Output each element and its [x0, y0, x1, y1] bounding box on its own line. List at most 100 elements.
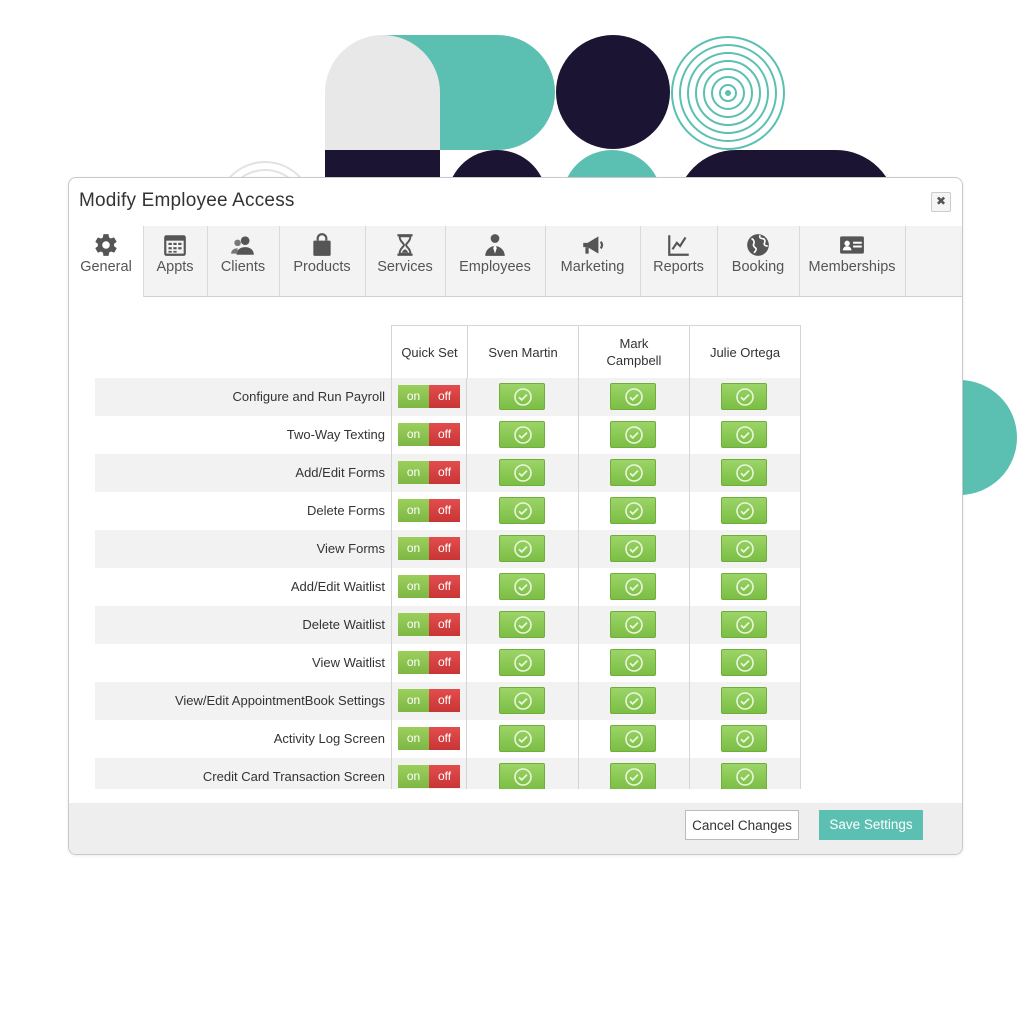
quick-set-off-button[interactable]: off: [429, 765, 460, 788]
tab-label: General: [80, 259, 132, 275]
quick-set-off-button[interactable]: off: [429, 613, 460, 636]
quick-set-on-button[interactable]: on: [398, 765, 429, 788]
tab-appts[interactable]: Appts: [143, 226, 208, 296]
permission-toggle-checked[interactable]: [721, 459, 767, 486]
permission-toggle-checked[interactable]: [610, 421, 656, 448]
permission-toggle-checked[interactable]: [721, 649, 767, 676]
quick-set-on-button[interactable]: on: [398, 651, 429, 674]
save-settings-button[interactable]: Save Settings: [819, 810, 923, 840]
quick-set-cell: on off: [391, 606, 467, 644]
permission-toggle-checked[interactable]: [499, 687, 545, 714]
tab-services[interactable]: Services: [365, 226, 446, 296]
permission-toggle-checked[interactable]: [499, 497, 545, 524]
permission-toggle-checked[interactable]: [721, 611, 767, 638]
tab-reports[interactable]: Reports: [640, 226, 718, 296]
quick-set-on-button[interactable]: on: [398, 423, 429, 446]
cancel-changes-button[interactable]: Cancel Changes: [685, 810, 799, 840]
permission-toggle-checked[interactable]: [721, 573, 767, 600]
permission-toggle-checked[interactable]: [499, 611, 545, 638]
tab-booking[interactable]: Booking: [717, 226, 800, 296]
quick-set-on-button[interactable]: on: [398, 385, 429, 408]
permission-cell: [689, 492, 801, 530]
quick-set-on-button[interactable]: on: [398, 461, 429, 484]
quick-set-on-button[interactable]: on: [398, 727, 429, 750]
quick-set-off-button[interactable]: off: [429, 651, 460, 674]
permission-cell: [578, 644, 690, 682]
permission-toggle-checked[interactable]: [721, 763, 767, 789]
quick-set-off-button[interactable]: off: [429, 575, 460, 598]
tab-label: Clients: [220, 259, 266, 275]
permissions-grid: Quick Set Sven Martin Mark Campbell Juli…: [95, 325, 801, 789]
close-button[interactable]: ✖: [931, 192, 951, 212]
permission-toggle-checked[interactable]: [499, 573, 545, 600]
permission-toggle-checked[interactable]: [721, 535, 767, 562]
check-circle-icon: [736, 426, 754, 444]
quick-set-off-button[interactable]: off: [429, 689, 460, 712]
permission-toggle-checked[interactable]: [610, 497, 656, 524]
permission-toggle-checked[interactable]: [721, 687, 767, 714]
permission-toggle-checked[interactable]: [721, 497, 767, 524]
permission-toggle-checked[interactable]: [721, 725, 767, 752]
quick-set-on-button[interactable]: on: [398, 613, 429, 636]
permission-toggle-checked[interactable]: [610, 649, 656, 676]
tab-products[interactable]: Products: [279, 226, 366, 296]
permission-cell: [467, 454, 579, 492]
shopping-bag-icon: [313, 233, 331, 256]
quick-set-off-button[interactable]: off: [429, 461, 460, 484]
permission-toggle-checked[interactable]: [610, 573, 656, 600]
quick-set-on-button[interactable]: on: [398, 689, 429, 712]
permission-toggle-checked[interactable]: [499, 649, 545, 676]
permission-toggle-checked[interactable]: [610, 611, 656, 638]
tab-label: Products: [293, 259, 351, 275]
permission-toggle-checked[interactable]: [610, 383, 656, 410]
quick-set-on-button[interactable]: on: [398, 537, 429, 560]
permission-label: Credit Card Transaction Screen: [202, 769, 385, 784]
permission-cell: [578, 758, 690, 789]
quick-set-off-button[interactable]: off: [429, 727, 460, 750]
permission-toggle-checked[interactable]: [610, 687, 656, 714]
permission-cell: [689, 416, 801, 454]
quick-set-off-button[interactable]: off: [429, 385, 460, 408]
permission-toggle-checked[interactable]: [499, 421, 545, 448]
quick-set-on-button[interactable]: on: [398, 575, 429, 598]
permission-cell: [578, 454, 690, 492]
permission-toggle-checked[interactable]: [610, 535, 656, 562]
permission-toggle-checked[interactable]: [499, 725, 545, 752]
permission-toggle-checked[interactable]: [610, 725, 656, 752]
check-circle-icon: [736, 540, 754, 558]
permission-toggle-checked[interactable]: [721, 383, 767, 410]
gear-icon: [95, 234, 117, 256]
permission-cell: [467, 758, 579, 789]
permission-label: Two-Way Texting: [286, 427, 385, 442]
tab-clients[interactable]: Clients: [207, 226, 280, 296]
tab-label: Services: [377, 259, 433, 275]
quick-set-off-button[interactable]: off: [429, 537, 460, 560]
quick-set-on-button[interactable]: on: [398, 499, 429, 522]
check-circle-icon: [514, 692, 532, 710]
permission-toggle-checked[interactable]: [721, 421, 767, 448]
permission-toggle-checked[interactable]: [610, 459, 656, 486]
permission-toggle-checked[interactable]: [499, 763, 545, 789]
check-circle-icon: [625, 692, 643, 710]
permission-toggle-checked[interactable]: [610, 763, 656, 789]
check-circle-icon: [514, 464, 532, 482]
permission-cell: [578, 720, 690, 758]
check-circle-icon: [514, 730, 532, 748]
quick-set-cell: on off: [391, 530, 467, 568]
permission-cell: [689, 644, 801, 682]
permission-cell: [467, 378, 579, 416]
permission-toggle-checked[interactable]: [499, 383, 545, 410]
check-circle-icon: [625, 426, 643, 444]
check-circle-icon: [736, 768, 754, 786]
quick-set-off-button[interactable]: off: [429, 423, 460, 446]
permission-label: Activity Log Screen: [273, 731, 385, 746]
quick-set-header: Quick Set: [391, 325, 468, 378]
tab-memberships[interactable]: Memberships: [799, 226, 906, 296]
permission-toggle-checked[interactable]: [499, 535, 545, 562]
tab-marketing[interactable]: Marketing: [545, 226, 641, 296]
quick-set-off-button[interactable]: off: [429, 499, 460, 522]
tab-employees[interactable]: Employees: [445, 226, 546, 296]
tab-general[interactable]: General: [69, 226, 144, 297]
permission-row: Add/Edit Forms on off: [95, 454, 801, 492]
permission-toggle-checked[interactable]: [499, 459, 545, 486]
